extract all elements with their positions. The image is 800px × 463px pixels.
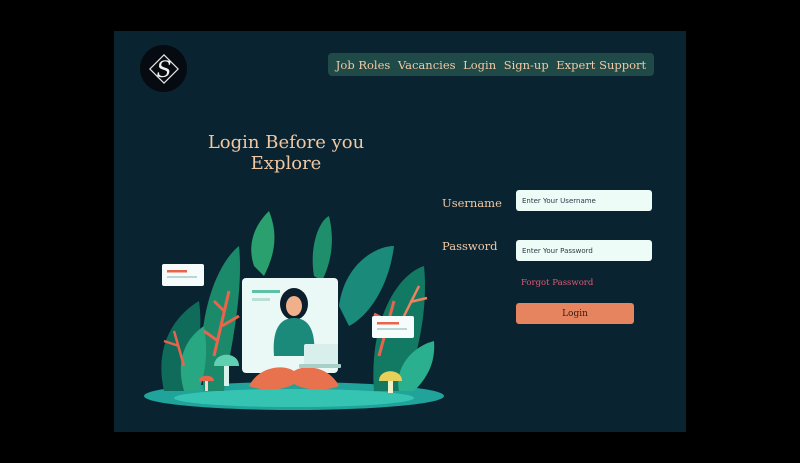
hero-illustration (144, 211, 444, 410)
username-label: Username (442, 196, 502, 210)
nav-expert-support[interactable]: Expert Support (556, 58, 646, 72)
app-window: S Job Roles Vacancies Login Sign-up Expe… (114, 31, 686, 432)
svg-text:S: S (156, 58, 171, 83)
top-nav: Job Roles Vacancies Login Sign-up Expert… (328, 53, 654, 76)
forgot-password-link[interactable]: Forgot Password (521, 278, 593, 288)
page-title-line1: Login Before you (207, 132, 365, 153)
s-monogram-icon: S (148, 53, 179, 84)
page-title-line2: Explore (250, 153, 322, 174)
password-label: Password (442, 239, 498, 253)
page-title: Login Before you Explore (196, 132, 376, 174)
nav-vacancies[interactable]: Vacancies (398, 58, 456, 72)
brand-logo[interactable]: S (140, 45, 187, 92)
nav-job-roles[interactable]: Job Roles (336, 58, 391, 72)
password-input[interactable] (516, 240, 652, 261)
nav-login[interactable]: Login (463, 58, 496, 72)
nav-sign-up[interactable]: Sign-up (504, 58, 549, 72)
login-button[interactable]: Login (516, 303, 634, 324)
username-input[interactable] (516, 190, 652, 211)
